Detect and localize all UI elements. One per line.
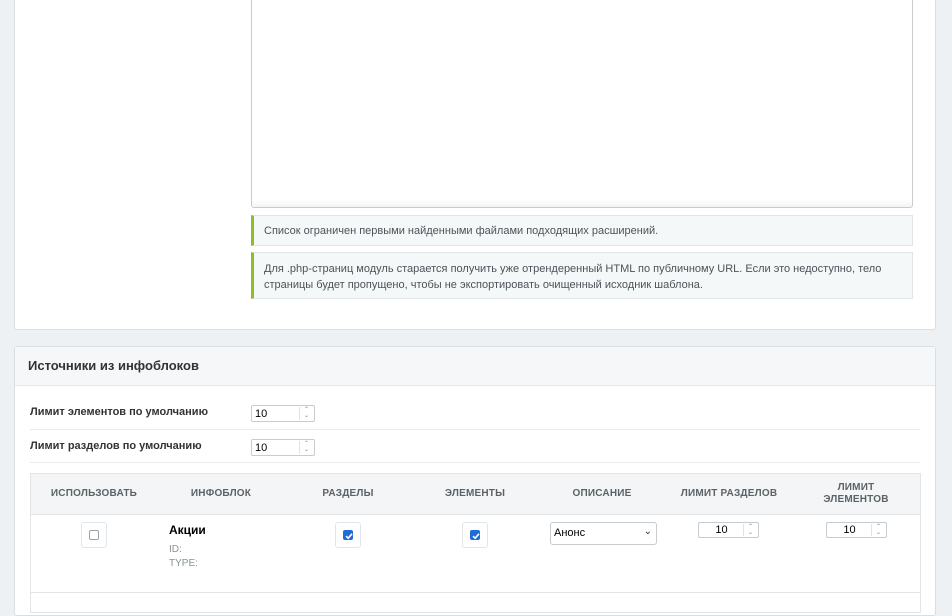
spinner-arrows-icon[interactable]: ⌃ ⌄ [299, 441, 313, 454]
th-sections: РАЗДЕЛЫ [322, 488, 374, 499]
divider [30, 462, 920, 463]
sections-checkbox-box[interactable] [343, 530, 353, 540]
spinner-arrows-icon[interactable]: ⌃ ⌄ [299, 407, 313, 420]
checkmark-icon [345, 533, 353, 540]
default-sections-limit-label: Лимит разделов по умолчанию [30, 440, 202, 452]
th-iblock: ИНФОБЛОК [190, 488, 252, 499]
sections-checkbox[interactable] [335, 522, 361, 548]
th-use: ИСПОЛЬЗОВАТЬ [50, 488, 138, 499]
elements-checkbox[interactable] [462, 522, 488, 548]
elements-checkbox-box[interactable] [470, 530, 480, 540]
iblock-name: Акции [169, 523, 206, 537]
spinner-arrows-icon[interactable]: ⌃ ⌄ [871, 524, 885, 536]
th-description: ОПИСАНИЕ [572, 488, 632, 499]
default-elements-limit-label: Лимит элементов по умолчанию [30, 406, 208, 418]
th-elements-limit: ЛИМИТ ЭЛЕМЕНТОВ [806, 482, 906, 506]
limit-note: Список ограничен первыми найденными файл… [251, 215, 913, 246]
iblock-id-label: ID: [169, 544, 182, 555]
sections-limit-value: 10 [715, 524, 728, 536]
th-elements-limit-line1: ЛИМИТ [837, 482, 875, 493]
default-sections-limit-value: 10 [255, 442, 268, 454]
spinner-arrows-icon[interactable]: ⌃ ⌄ [743, 524, 757, 536]
use-checkbox-box[interactable] [89, 530, 99, 540]
default-elements-limit-value: 10 [255, 408, 268, 420]
row-divider [31, 592, 920, 593]
sections-limit-input[interactable]: 10 ⌃ ⌄ [698, 522, 759, 538]
use-checkbox[interactable] [81, 522, 107, 548]
default-elements-limit-input[interactable]: 10 ⌃ ⌄ [251, 405, 315, 422]
limit-note-text: Список ограничен первыми найденными файл… [264, 225, 659, 237]
chevron-down-icon: ⌄ [643, 526, 652, 537]
th-elements-limit-line2: ЭЛЕМЕНТОВ [823, 494, 889, 505]
file-list-textarea[interactable] [251, 0, 913, 208]
checkmark-icon [472, 533, 480, 540]
elements-limit-input[interactable]: 10 ⌃ ⌄ [826, 522, 887, 538]
th-elements: ЭЛЕМЕНТЫ [444, 488, 506, 499]
elements-limit-value: 10 [843, 524, 856, 536]
description-select-value: Анонс [554, 527, 586, 539]
iblock-type-label: TYPE: [169, 558, 198, 569]
php-note: Для .php-страниц модуль старается получи… [251, 252, 913, 299]
th-sections-limit: ЛИМИТ РАЗДЕЛОВ [680, 488, 778, 499]
iblock-sources-title: Источники из инфоблоков [28, 358, 199, 373]
default-sections-limit-input[interactable]: 10 ⌃ ⌄ [251, 439, 315, 456]
divider [30, 429, 920, 430]
php-note-text: Для .php-страниц модуль старается получи… [264, 263, 882, 291]
description-select[interactable]: Анонс ⌄ [550, 522, 657, 545]
